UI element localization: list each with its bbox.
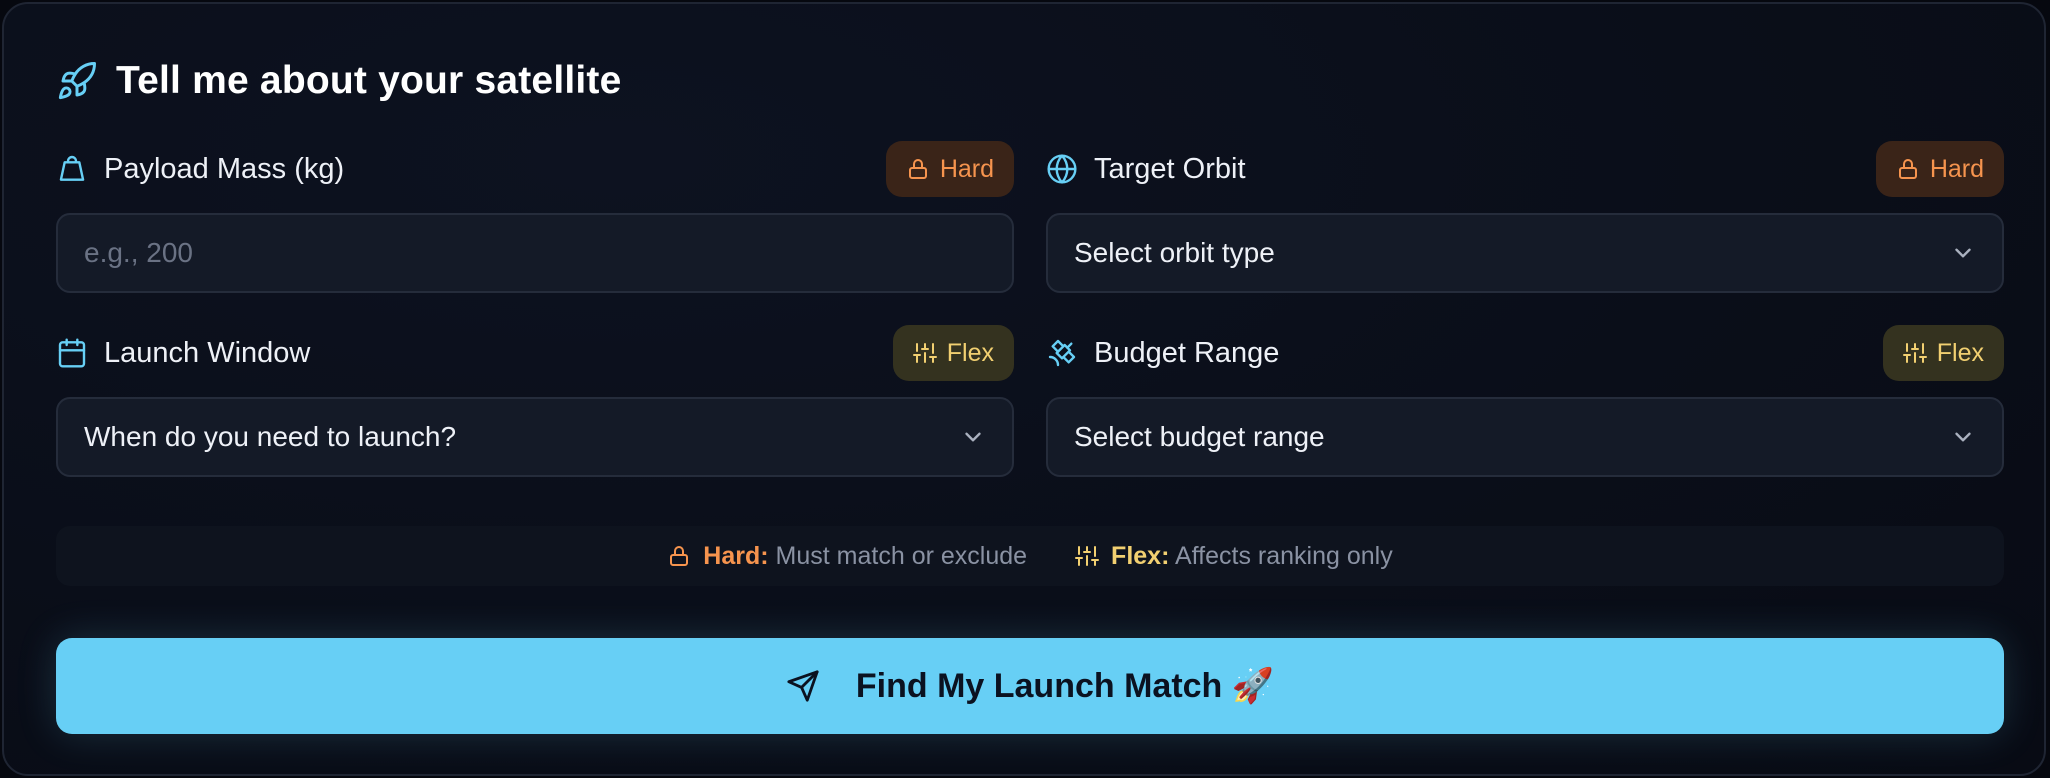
badge-label: Hard [1929,154,1984,183]
launch-window-select[interactable]: When do you need to launch? [56,397,1014,477]
budget-flex-badge: Flex [1882,325,2004,381]
constraint-legend: Hard: Must match or exclude Flex: Affect… [56,526,2004,586]
weight-icon [56,153,88,185]
budget-range-value: Select budget range [1074,421,1325,452]
target-orbit-label: Target Orbit [1094,152,1246,185]
badge-label: Hard [939,154,994,183]
payload-mass-field: Payload Mass (kg) Hard e.g., 200 [56,141,1014,293]
badge-label: Flex [1936,338,1984,367]
sliders-icon [1902,341,1927,365]
form-header: Tell me about your satellite [56,56,622,106]
badge-label: Flex [946,338,994,367]
find-launch-match-label: Find My Launch Match 🚀 [855,667,1275,705]
legend-flex: Flex: Affects ranking only [1075,542,1393,571]
rocket-icon [56,60,98,102]
find-launch-match-button[interactable]: Find My Launch Match 🚀 [56,638,2004,734]
sliders-icon [912,341,937,365]
launch-window-value: When do you need to launch? [84,421,457,452]
page-title: Tell me about your satellite [116,59,622,102]
satellite-icon [1046,337,1078,369]
sliders-icon [1075,544,1100,568]
launch-window-field: Launch Window Flex When do you need to l… [56,325,1014,477]
payload-mass-placeholder: e.g., 200 [84,237,193,268]
chevron-down-icon [1950,424,1976,450]
budget-range-select[interactable]: Select budget range [1046,397,2004,477]
target-orbit-value: Select orbit type [1074,237,1275,268]
calendar-icon [56,337,88,369]
legend-hard-desc: Must match or exclude [775,541,1028,570]
legend-hard-key: Hard: [703,541,769,570]
launch-flex-badge: Flex [892,325,1014,381]
budget-range-field: Budget Range Flex Select budget range [1046,325,2004,477]
lock-icon [1896,157,1920,181]
send-icon [786,669,820,703]
chevron-down-icon [1950,240,1976,266]
lock-icon [667,544,691,568]
payload-mass-label: Payload Mass (kg) [104,152,345,185]
payload-hard-badge: Hard [885,141,1014,197]
target-orbit-select[interactable]: Select orbit type [1046,213,2004,293]
legend-flex-key: Flex: [1111,541,1170,570]
satellite-form-card: Tell me about your satellite Payload Mas… [2,2,2046,776]
globe-icon [1046,153,1078,185]
legend-flex-desc: Affects ranking only [1174,541,1393,570]
budget-range-label: Budget Range [1094,336,1280,369]
lock-icon [906,157,930,181]
launch-window-label: Launch Window [104,336,311,369]
chevron-down-icon [960,424,986,450]
legend-hard: Hard: Must match or exclude [667,542,1027,571]
payload-mass-input[interactable]: e.g., 200 [56,213,1014,293]
orbit-hard-badge: Hard [1875,141,2004,197]
target-orbit-field: Target Orbit Hard Select orbit type [1046,141,2004,293]
